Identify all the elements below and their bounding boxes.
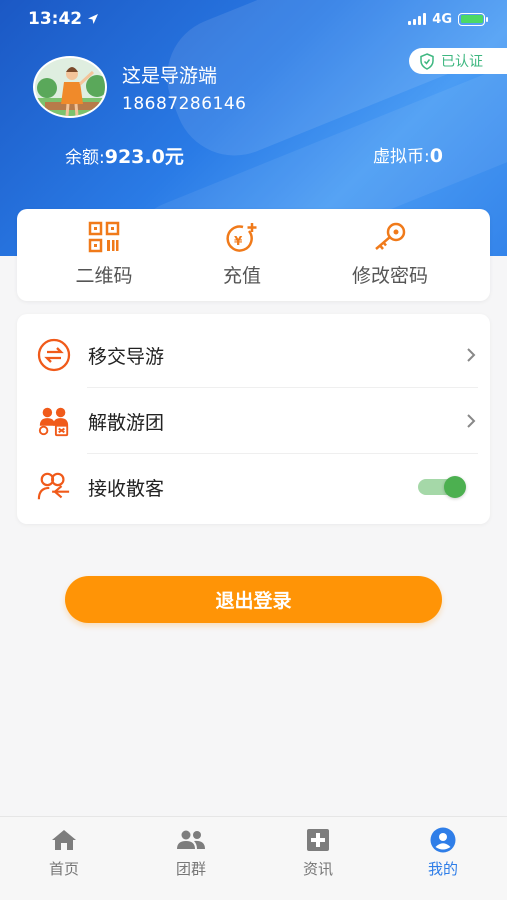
tab-groups[interactable]: 团群 xyxy=(141,817,241,900)
verified-badge: 已认证 xyxy=(409,48,507,74)
tab-label: 首页 xyxy=(48,860,79,878)
coins-value: 0 xyxy=(429,145,443,167)
tab-label: 资讯 xyxy=(302,860,333,878)
menu-item-label: 移交导游 xyxy=(88,345,165,368)
location-arrow-icon xyxy=(88,14,99,24)
change-password-button[interactable]: 修改密码 xyxy=(335,209,445,301)
tab-home[interactable]: 首页 xyxy=(14,817,114,900)
chevron-right-icon xyxy=(467,414,476,428)
verified-label: 已认证 xyxy=(441,54,483,70)
receive-guest-icon xyxy=(37,472,70,500)
bottom-tab-bar: 首页 团群 资讯 我的 xyxy=(0,816,507,900)
balance: 余额:923.0元 xyxy=(65,142,184,169)
people-icon xyxy=(177,830,205,849)
home-icon xyxy=(52,830,76,850)
svg-text:¥: ¥ xyxy=(234,234,243,248)
qr-code-icon xyxy=(88,221,120,253)
coins: 虚拟币:0 xyxy=(373,142,443,169)
transfer-icon xyxy=(37,338,71,372)
quick-actions-card: 二维码 ¥ 充值 修改密码 xyxy=(17,209,490,301)
coin-plus-icon: ¥ xyxy=(226,223,257,252)
signal-icon xyxy=(408,13,427,25)
balance-label: 余额: xyxy=(65,148,105,168)
status-bar: 13:42 4G xyxy=(0,0,507,38)
menu-item-label: 解散游团 xyxy=(88,411,165,434)
user-name: 这是导游端 xyxy=(122,65,218,87)
menu-card: 移交导游 解散游团 接收散客 xyxy=(17,314,490,524)
menu-item-dissolve-group[interactable]: 解散游团 xyxy=(17,388,490,454)
menu-item-label: 接收散客 xyxy=(88,477,165,500)
group-dissolve-icon xyxy=(38,407,69,437)
recharge-label: 充值 xyxy=(222,265,261,287)
tab-label: 团群 xyxy=(175,860,206,878)
news-icon xyxy=(307,829,329,851)
user-phone: 18687286146 xyxy=(122,94,247,114)
menu-item-receive-guests: 接收散客 xyxy=(17,454,490,520)
menu-item-transfer-guide[interactable]: 移交导游 xyxy=(17,322,490,388)
tab-label: 我的 xyxy=(427,860,458,878)
qr-code-label: 二维码 xyxy=(75,265,133,287)
user-icon xyxy=(430,827,456,853)
shield-check-icon xyxy=(420,52,434,70)
chevron-right-icon xyxy=(467,348,476,362)
receive-guests-toggle[interactable] xyxy=(418,476,466,498)
logout-button[interactable]: 退出登录 xyxy=(65,576,442,623)
avatar[interactable] xyxy=(33,56,107,118)
qr-code-button[interactable]: 二维码 xyxy=(54,209,154,301)
tab-mine[interactable]: 我的 xyxy=(393,817,493,900)
status-time: 13:42 xyxy=(28,9,99,29)
balance-row: 余额:923.0元 虚拟币:0 xyxy=(65,142,443,169)
recharge-button[interactable]: ¥ 充值 xyxy=(192,209,292,301)
coins-label: 虚拟币: xyxy=(373,147,430,167)
battery-icon xyxy=(458,12,488,26)
change-password-label: 修改密码 xyxy=(351,265,428,287)
key-icon xyxy=(375,222,406,250)
clock-text: 13:42 xyxy=(28,9,83,29)
network-label: 4G xyxy=(432,11,452,27)
tab-news[interactable]: 资讯 xyxy=(268,817,368,900)
balance-value: 923.0元 xyxy=(104,146,184,168)
